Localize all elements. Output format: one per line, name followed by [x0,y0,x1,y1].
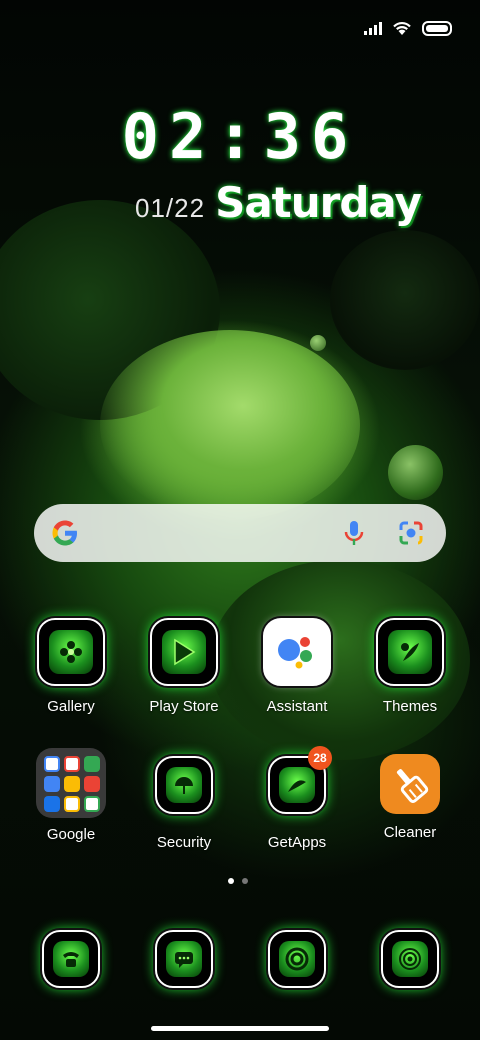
date-row: 01/22 Saturday [135,178,422,227]
assistant-icon [263,618,331,686]
browser-icon [268,930,326,988]
dock-messages[interactable] [134,930,234,988]
mic-icon[interactable] [342,519,366,547]
app-security[interactable]: Security [134,756,234,851]
app-label: Assistant [266,698,328,715]
dock-camera[interactable] [360,930,460,988]
cleaner-icon [380,754,440,814]
app-label: GetApps [267,834,327,851]
lens-icon[interactable] [397,519,425,547]
phone-icon [42,930,100,988]
security-icon [155,756,213,814]
dock-phone[interactable] [21,930,121,988]
google-search-bar[interactable] [34,504,446,562]
app-cleaner[interactable]: Cleaner [360,752,460,841]
dock-browser[interactable] [247,930,347,988]
themes-icon [376,618,444,686]
app-play-store[interactable]: Play Store [134,618,234,715]
app-label: Security [156,834,212,851]
app-gallery[interactable]: Gallery [21,618,121,715]
app-getapps[interactable]: 28 GetApps [247,746,347,851]
google-folder-icon [36,748,106,818]
camera-icon [381,930,439,988]
google-g-icon [52,520,77,546]
app-label: Google [46,826,96,843]
app-label: Gallery [47,698,95,715]
wifi-icon [393,22,411,35]
page-dot [242,878,248,884]
status-bar [364,18,452,38]
page-indicator [228,878,248,884]
gallery-icon [37,618,105,686]
app-assistant[interactable]: Assistant [247,618,347,715]
getapps-icon: 28 [268,746,332,814]
app-label: Play Store [149,698,219,715]
date-text: 01/22 [135,193,206,223]
app-google-folder[interactable]: Google [21,748,121,843]
signal-icon [364,21,382,35]
app-label: Themes [382,698,438,715]
messages-icon [155,930,213,988]
home-gesture-bar[interactable] [151,1026,329,1031]
play-store-icon [150,618,218,686]
app-label: Cleaner [383,824,437,841]
notification-badge: 28 [308,746,332,770]
day-text: Saturday [215,178,422,227]
clock-time: 02:36 [121,100,359,173]
page-dot-active [228,878,234,884]
app-themes[interactable]: Themes [360,618,460,715]
battery-icon [422,20,452,36]
